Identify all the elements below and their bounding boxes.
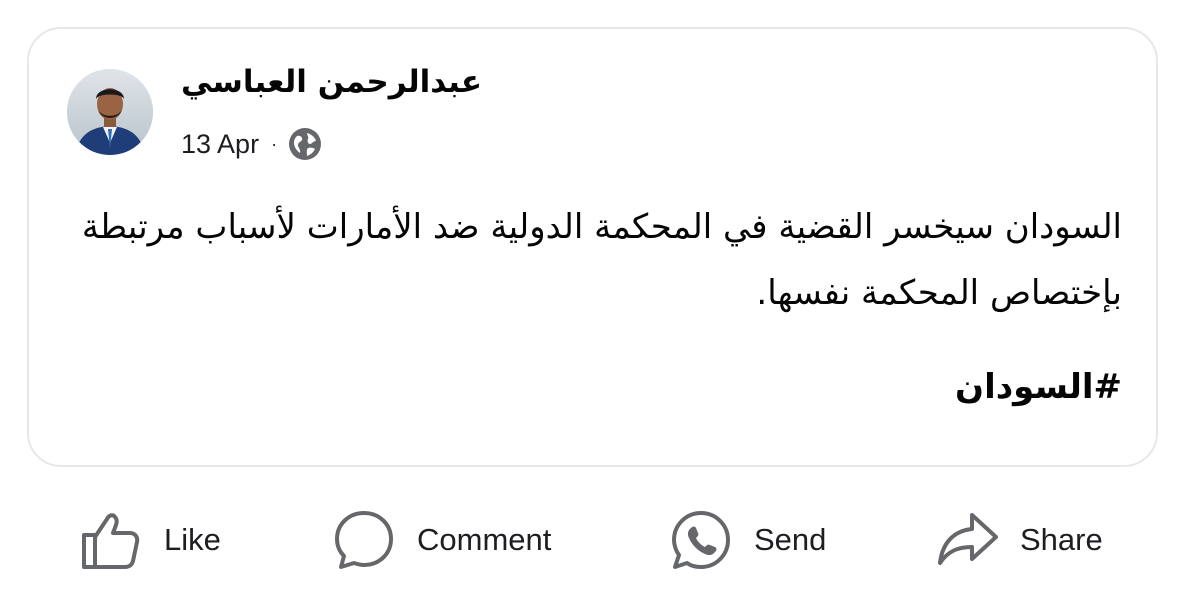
post-body: السودان سيخسر القضية في المحكمة الدولية … xyxy=(62,194,1122,326)
post-card: عبدالرحمن العباسي 13 Apr · السودان سيخسر… xyxy=(27,27,1158,467)
comment-button[interactable]: Comment xyxy=(333,500,551,580)
share-icon xyxy=(938,513,998,565)
meta-separator: · xyxy=(271,133,278,154)
share-button[interactable]: Share xyxy=(936,500,1103,580)
like-label: Like xyxy=(164,522,221,557)
whatsapp-icon xyxy=(672,511,730,569)
post-body-line-2: بإختصاص المحكمة نفسها. xyxy=(756,273,1122,313)
like-button[interactable]: Like xyxy=(80,500,221,580)
comment-label: Comment xyxy=(417,522,552,557)
post-body-line-1: السودان سيخسر القضية في المحكمة الدولية … xyxy=(81,207,1122,247)
author-avatar[interactable] xyxy=(67,69,153,155)
hashtag-link[interactable]: #السودان xyxy=(955,367,1122,407)
post-meta: 13 Apr · xyxy=(181,127,322,161)
share-label: Share xyxy=(1020,522,1103,557)
comment-icon xyxy=(335,511,393,569)
send-button[interactable]: Send xyxy=(670,500,826,580)
avatar-image xyxy=(67,69,153,155)
send-label: Send xyxy=(754,522,827,557)
globe-icon[interactable] xyxy=(288,127,322,161)
author-name[interactable]: عبدالرحمن العباسي xyxy=(181,64,482,100)
post-date[interactable]: 13 Apr xyxy=(181,129,259,160)
thumbs-up-icon xyxy=(82,513,140,569)
action-bar: Like Comment Send Share xyxy=(0,500,1200,580)
